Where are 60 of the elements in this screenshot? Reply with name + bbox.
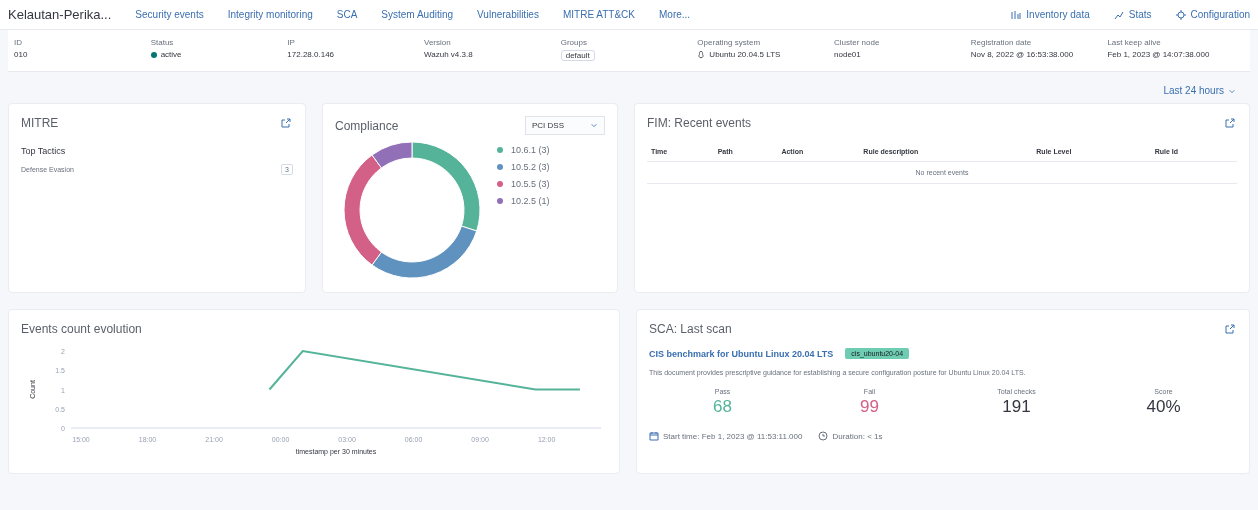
bars-icon xyxy=(1011,9,1022,20)
time-range-picker[interactable]: Last 24 hours xyxy=(1157,84,1242,97)
calendar-icon xyxy=(649,431,659,441)
stat-value: 99 xyxy=(860,397,879,417)
start-time: Start time: Feb 1, 2023 @ 11:53:11.000 xyxy=(663,431,803,441)
stat-value: 40% xyxy=(1146,397,1181,417)
line-graph-icon xyxy=(1113,9,1124,20)
legend-dot xyxy=(497,181,503,187)
header-link[interactable]: Inventory data xyxy=(1011,9,1090,20)
duration: Duration: < 1s xyxy=(832,431,883,441)
open-in-new-icon[interactable] xyxy=(1225,324,1235,334)
panel-title: SCA: Last scan xyxy=(649,322,732,336)
nav-tab[interactable]: MITRE ATT&CK xyxy=(562,7,635,22)
legend-label: 10.5.2 (3) xyxy=(511,162,550,172)
info-label: Version xyxy=(424,38,452,47)
group-badge: default xyxy=(560,50,595,61)
legend-label: 10.5.5 (3) xyxy=(511,179,550,189)
nav-tab[interactable]: More... xyxy=(659,7,691,22)
open-in-new-icon[interactable] xyxy=(281,118,291,128)
nav-tab[interactable]: Security events xyxy=(135,7,204,22)
panel-title: MITRE xyxy=(21,116,59,130)
info-label: Groups xyxy=(560,38,588,47)
info-label: IP xyxy=(287,38,296,47)
legend-label: 10.6.1 (3) xyxy=(511,145,550,155)
info-label: Status xyxy=(150,38,175,47)
info-label: Operating system xyxy=(697,38,762,47)
stat-value: 191 xyxy=(1002,397,1031,417)
stat-value: 68 xyxy=(713,397,732,417)
nav-tab[interactable]: SCA xyxy=(336,7,358,22)
panel-title: Compliance xyxy=(335,118,399,133)
info-value: 172.28.0.146 xyxy=(287,50,335,59)
panel-title: FIM: Recent events xyxy=(647,116,752,130)
legend-label: 10.2.5 (1) xyxy=(511,196,550,206)
policy-link[interactable]: CIS benchmark for Ubuntu Linux 20.04 LTS xyxy=(649,348,834,359)
panel-title: Events count evolution xyxy=(21,322,142,336)
info-value: node01 xyxy=(834,50,861,59)
legend-dot xyxy=(497,164,503,170)
info-value: Nov 8, 2022 @ 16:53:38.000 xyxy=(970,50,1074,59)
clock-icon xyxy=(818,431,829,441)
info-value: Wazuh v4.3.8 xyxy=(424,50,473,59)
info-label: Cluster node xyxy=(834,38,881,47)
info-label: Last keep alive xyxy=(1107,38,1162,47)
info-value: Feb 1, 2023 @ 14:07:38.000 xyxy=(1107,50,1210,59)
nav-tab[interactable]: Vulnerabilities xyxy=(477,7,539,22)
info-label: ID xyxy=(14,38,23,47)
agent-name: Kelautan-Perika... xyxy=(8,7,112,22)
nav-tab[interactable]: Integrity monitoring xyxy=(227,7,313,22)
open-in-new-icon[interactable] xyxy=(1225,118,1235,128)
info-value: 010 xyxy=(14,50,28,59)
legend-dot xyxy=(497,147,503,153)
info-value: active xyxy=(160,50,182,59)
legend-dot xyxy=(497,198,503,204)
standard-select[interactable]: PCI DSS xyxy=(525,116,605,135)
info-label: Registration date xyxy=(970,38,1033,47)
section-heading: Top Tactics xyxy=(21,146,67,156)
nav-tab[interactable]: System Auditing xyxy=(381,7,454,22)
chevron-down-icon xyxy=(590,121,598,129)
info-value: Ubuntu 20.04.5 LTS xyxy=(709,50,781,59)
header-link[interactable]: Stats xyxy=(1113,9,1152,20)
header-link[interactable]: Configuration xyxy=(1175,9,1250,20)
